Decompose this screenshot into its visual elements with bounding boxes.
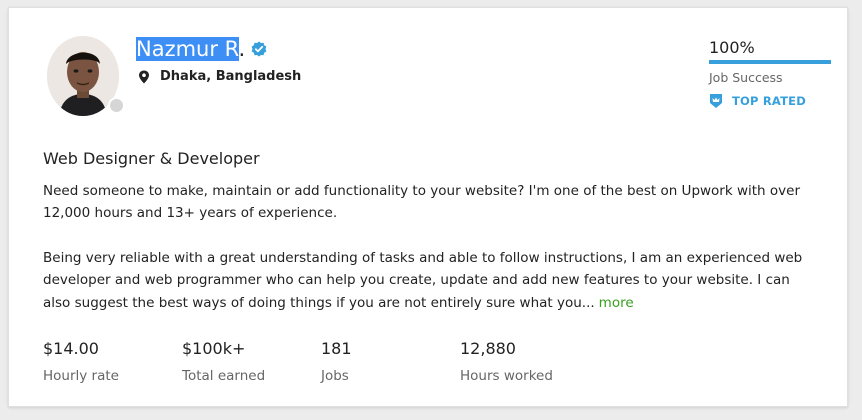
profile-description: Need someone to make, maintain or add fu… — [43, 180, 803, 314]
profile-title[interactable]: Web Designer & Developer — [43, 149, 260, 168]
verified-check-icon — [251, 41, 267, 57]
stat-hours-worked: 12,880 Hours worked — [460, 339, 553, 384]
job-success-panel: 100% Job Success TOP RATED — [709, 38, 831, 109]
stat-label: Hours worked — [460, 368, 553, 384]
map-pin-icon — [139, 70, 149, 83]
job-success-value: 100% — [709, 38, 755, 57]
stat-value: 181 — [321, 339, 352, 358]
job-success-label: Job Success — [709, 70, 783, 85]
online-status-dot — [108, 97, 125, 114]
top-rated-badge-icon — [710, 94, 722, 108]
freelancer-profile-card: Nazmur R. Dhaka, Bangladesh 100% Job Suc… — [8, 7, 848, 407]
top-rated-label: TOP RATED — [732, 94, 806, 108]
stat-value: $14.00 — [43, 339, 99, 358]
stat-value: $100k+ — [182, 339, 246, 358]
stat-total-earned: $100k+ Total earned — [182, 339, 265, 384]
stat-label: Hourly rate — [43, 368, 119, 384]
profile-name[interactable]: Nazmur R. — [136, 36, 245, 62]
stat-label: Total earned — [182, 368, 266, 384]
description-paragraph-1: Need someone to make, maintain or add fu… — [43, 183, 801, 222]
location: Dhaka, Bangladesh — [138, 69, 301, 84]
stat-value: 12,880 — [460, 339, 516, 358]
stat-jobs: 181 Jobs — [321, 339, 352, 384]
stat-label: Jobs — [321, 368, 349, 384]
job-success-bar — [709, 60, 831, 64]
profile-name-row: Nazmur R. — [136, 36, 267, 62]
stat-hourly-rate: $14.00 Hourly rate — [43, 339, 119, 384]
top-rated-badge[interactable]: TOP RATED — [709, 93, 831, 109]
location-text: Dhaka, Bangladesh — [160, 69, 302, 84]
profile-name-selected: Nazmur R — [136, 37, 239, 61]
more-link[interactable]: more — [599, 295, 634, 311]
profile-name-suffix: . — [238, 37, 246, 61]
description-paragraph-2-text: Being very reliable with a great underst… — [43, 249, 803, 311]
description-paragraph-2: Being very reliable with a great underst… — [43, 247, 803, 314]
